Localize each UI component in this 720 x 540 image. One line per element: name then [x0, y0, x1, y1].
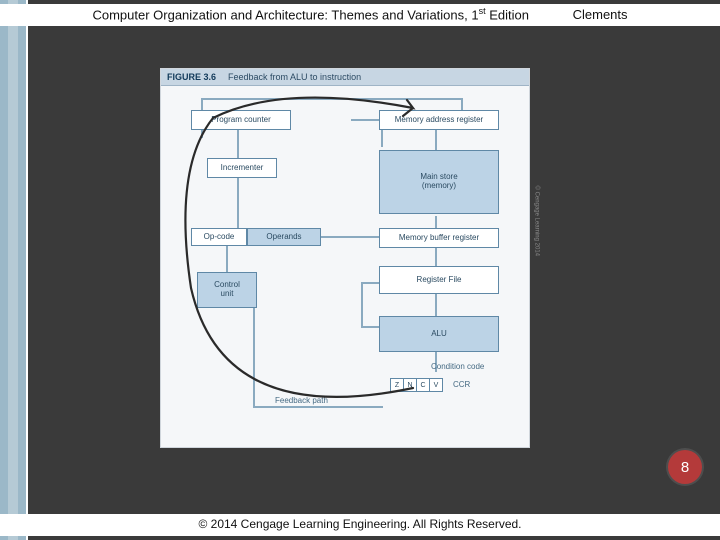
box-operands: Operands: [247, 228, 321, 246]
book-title-suffix: Edition: [486, 7, 529, 22]
bus-line: [201, 98, 461, 100]
figure-caption: Feedback from ALU to instruction: [228, 72, 361, 82]
ccr-flag-z: Z: [390, 378, 404, 392]
box-control-unit: Control unit: [197, 272, 257, 308]
bus-line: [435, 294, 437, 318]
box-alu: ALU: [379, 316, 499, 352]
diagram-copyright: © Cengage Learning 2014: [533, 186, 539, 256]
book-title-prefix: Computer Organization and Architecture: …: [92, 7, 478, 22]
diagram-area: Program counter Memory address register …: [161, 86, 529, 446]
page-number: 8: [681, 459, 689, 476]
label-condition-code: Condition code: [431, 362, 484, 371]
bus-line: [351, 119, 381, 121]
bus-line: [237, 178, 239, 230]
ccr-flag-v: V: [429, 378, 443, 392]
slide-footer: © 2014 Cengage Learning Engineering. All…: [0, 514, 720, 536]
bus-line: [361, 282, 381, 284]
ccr-flags: Z N C V: [391, 378, 443, 392]
box-incrementer: Incrementer: [207, 158, 277, 178]
edition-superscript: st: [479, 6, 486, 16]
figure-number: FIGURE 3.6: [167, 72, 216, 82]
bus-line: [361, 326, 381, 328]
box-program-counter: Program counter: [191, 110, 291, 130]
box-main-store: Main store (memory): [379, 150, 499, 214]
box-register-file: Register File: [379, 266, 499, 294]
bus-line: [253, 406, 383, 408]
label-feedback-path: Feedback path: [275, 396, 328, 405]
bus-line: [226, 246, 228, 274]
bus-line: [361, 282, 363, 326]
footer-copyright: © 2014 Cengage Learning Engineering. All…: [198, 517, 521, 531]
figure-container: FIGURE 3.6 Feedback from ALU to instruct…: [160, 68, 530, 448]
slide-header: Computer Organization and Architecture: …: [0, 4, 720, 26]
bus-line: [321, 236, 381, 238]
bus-line: [435, 248, 437, 268]
box-memory-address-register: Memory address register: [379, 110, 499, 130]
page-number-badge: 8: [668, 450, 702, 484]
label-ccr: CCR: [453, 380, 470, 389]
box-memory-buffer-register: Memory buffer register: [379, 228, 499, 248]
ccr-flag-n: N: [403, 378, 417, 392]
bus-line: [435, 130, 437, 152]
author-name: Clements: [573, 7, 628, 22]
left-accent-stripe-inner: [8, 0, 18, 540]
left-accent-stripe: [0, 0, 28, 540]
bus-line: [237, 130, 239, 160]
figure-title-bar: FIGURE 3.6 Feedback from ALU to instruct…: [161, 69, 529, 86]
ccr-flag-c: C: [416, 378, 430, 392]
box-op-code: Op-code: [191, 228, 247, 246]
